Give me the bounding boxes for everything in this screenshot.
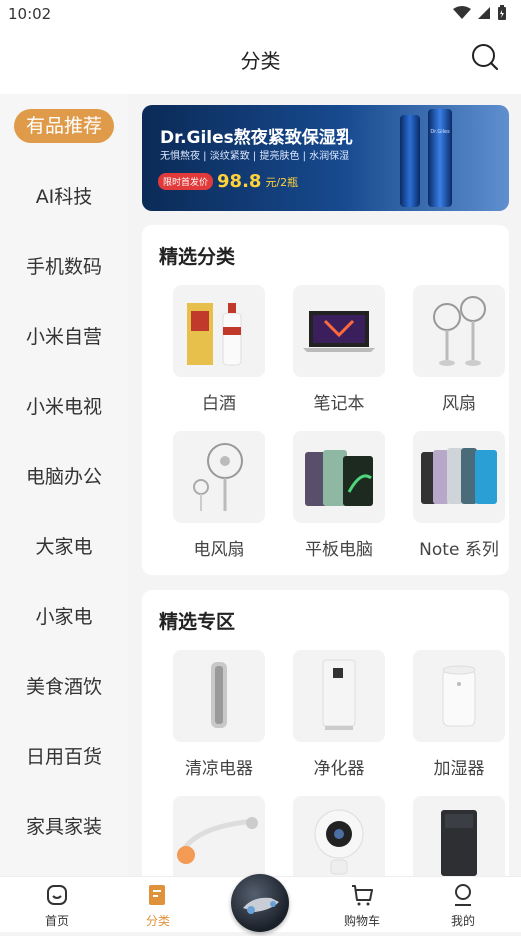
tile-label: 清凉电器 — [185, 759, 253, 779]
sidebar-item-label: 大家电 — [35, 536, 93, 558]
scooter-center-icon[interactable] — [231, 874, 289, 932]
camera-icon — [293, 796, 385, 876]
status-bar: 10:02 — [0, 0, 521, 28]
category-sidebar: 有品推荐 AI科技 手机数码 小米自营 小米电视 电脑办公 大家电 小家电 美食… — [0, 94, 128, 876]
sidebar-item-label: 日用百货 — [25, 746, 102, 768]
bottom-tab-bar: 首页 分类 购物车 我的 — [0, 874, 521, 932]
sidebar-item-phones[interactable]: 手机数码 — [0, 232, 128, 302]
sidebar-item-food-drinks[interactable]: 美食酒饮 — [0, 652, 128, 722]
sidebar-item-ai[interactable]: AI科技 — [0, 162, 128, 232]
tile-label: 加湿器 — [433, 759, 485, 779]
featured-categories-card: 精选分类 白酒 笔记本 风扇 电风扇 平板电脑 Note 系列 — [142, 225, 509, 575]
zone-tile-camera[interactable] — [279, 796, 399, 876]
fan-icon — [413, 285, 505, 377]
tile-label: 笔记本 — [313, 394, 365, 414]
category-icon — [149, 885, 165, 905]
banner-title: Dr.Giles熬夜紧致保湿乳 — [160, 128, 353, 148]
price-unit: 元/2瓶 — [265, 175, 299, 189]
zone-tile-purifier[interactable]: 净化器 — [279, 650, 399, 779]
status-time: 10:02 — [8, 5, 52, 23]
zone-tile-humidifier[interactable]: 加湿器 — [399, 650, 519, 779]
page-title: 分类 — [240, 49, 281, 73]
category-tile-fan[interactable]: 风扇 — [399, 285, 519, 414]
section-title: 精选专区 — [159, 611, 236, 633]
tile-label: 电风扇 — [193, 540, 245, 560]
banner-subtitle: 无惧熬夜 | 淡纹紧致 | 提亮肤色 | 水润保湿 — [160, 151, 350, 162]
category-tile-baijiu[interactable]: 白酒 — [159, 285, 279, 414]
tab-label: 购物车 — [343, 914, 380, 928]
purifier-icon — [293, 650, 385, 742]
section-title: 精选分类 — [159, 246, 236, 268]
promo-banner[interactable]: Dr.Giles熬夜紧致保湿乳 无惧熬夜 | 淡纹紧致 | 提亮肤色 | 水润保… — [142, 105, 509, 211]
tile-label: Note 系列 — [419, 540, 499, 560]
featured-zone-card: 精选专区 清凉电器 净化器 加湿器 — [142, 590, 509, 876]
sidebar-item-label: 手机数码 — [25, 256, 102, 278]
sidebar-item-label: AI科技 — [35, 186, 93, 208]
price-tag: 限时首发价 — [158, 173, 214, 190]
tile-label: 平板电脑 — [305, 540, 373, 560]
sidebar-item-label: 电脑办公 — [25, 466, 102, 488]
profile-icon — [455, 884, 471, 906]
tile-label: 白酒 — [202, 394, 236, 414]
product-bottle-icon: Dr.Giles — [428, 109, 452, 207]
sidebar-item-computers[interactable]: 电脑办公 — [0, 442, 128, 512]
sidebar-item-label: 小米电视 — [25, 396, 102, 418]
sidebar-item-label: 美食酒饮 — [25, 676, 102, 698]
search-icon[interactable] — [471, 43, 499, 71]
tile-label: 净化器 — [313, 759, 365, 779]
tab-home[interactable]: 首页 — [17, 883, 97, 929]
header: 分类 — [0, 28, 521, 94]
laptop-icon — [293, 285, 385, 377]
tab-label: 我的 — [450, 914, 475, 928]
zone-tile-washer[interactable] — [399, 796, 519, 876]
banner-price: 限时首发价 98.8 元/2瓶 — [158, 171, 298, 192]
tower-fan-icon — [173, 650, 265, 742]
headphones-icon — [173, 796, 265, 876]
sidebar-item-daily-goods[interactable]: 日用百货 — [0, 722, 128, 792]
status-icons — [453, 5, 507, 21]
tab-label: 分类 — [145, 914, 170, 928]
category-tile-electric-fan[interactable]: 电风扇 — [159, 431, 279, 560]
sidebar-item-label: 小家电 — [35, 606, 93, 628]
price-value: 98.8 — [217, 171, 262, 192]
sidebar-item-furniture[interactable]: 家具家装 — [0, 792, 128, 862]
brand-mark: Dr.Giles — [430, 129, 450, 135]
category-tile-tablet[interactable]: 平板电脑 — [279, 431, 399, 560]
tab-cart[interactable]: 购物车 — [322, 883, 402, 929]
sidebar-item-small-appliances[interactable]: 小家电 — [0, 582, 128, 652]
category-tile-laptop[interactable]: 笔记本 — [279, 285, 399, 414]
sidebar-item-label: 有品推荐 — [13, 109, 114, 143]
sidebar-item-tv[interactable]: 小米电视 — [0, 372, 128, 442]
home-icon — [47, 885, 67, 905]
signal-icon — [478, 7, 490, 19]
electric-fan-icon — [173, 431, 265, 523]
baijiu-bottle-icon — [173, 285, 265, 377]
battery-icon — [498, 5, 506, 20]
wifi-icon — [453, 6, 471, 19]
phone-icon — [413, 431, 505, 523]
washer-icon — [413, 796, 505, 876]
sidebar-item-label: 小米自营 — [25, 326, 102, 348]
sidebar-item-recommend[interactable]: 有品推荐 — [0, 94, 128, 164]
tab-category[interactable]: 分类 — [118, 883, 198, 929]
tablet-icon — [293, 431, 385, 523]
zone-tile-headphones[interactable] — [159, 796, 279, 876]
product-bottle-icon — [400, 115, 420, 207]
sidebar-item-large-appliances[interactable]: 大家电 — [0, 512, 128, 582]
humidifier-icon — [413, 650, 505, 742]
sidebar-item-label: 家具家装 — [25, 816, 102, 838]
tab-profile[interactable]: 我的 — [423, 883, 503, 929]
category-tile-note-series[interactable]: Note 系列 — [399, 431, 519, 560]
cart-icon — [352, 885, 373, 906]
sidebar-item-xiaomi-self[interactable]: 小米自营 — [0, 302, 128, 372]
tile-label: 风扇 — [442, 394, 476, 414]
zone-tile-cooling[interactable]: 清凉电器 — [159, 650, 279, 779]
tab-label: 首页 — [44, 914, 69, 928]
category-content: Dr.Giles熬夜紧致保湿乳 无惧熬夜 | 淡纹紧致 | 提亮肤色 | 水润保… — [128, 94, 521, 876]
